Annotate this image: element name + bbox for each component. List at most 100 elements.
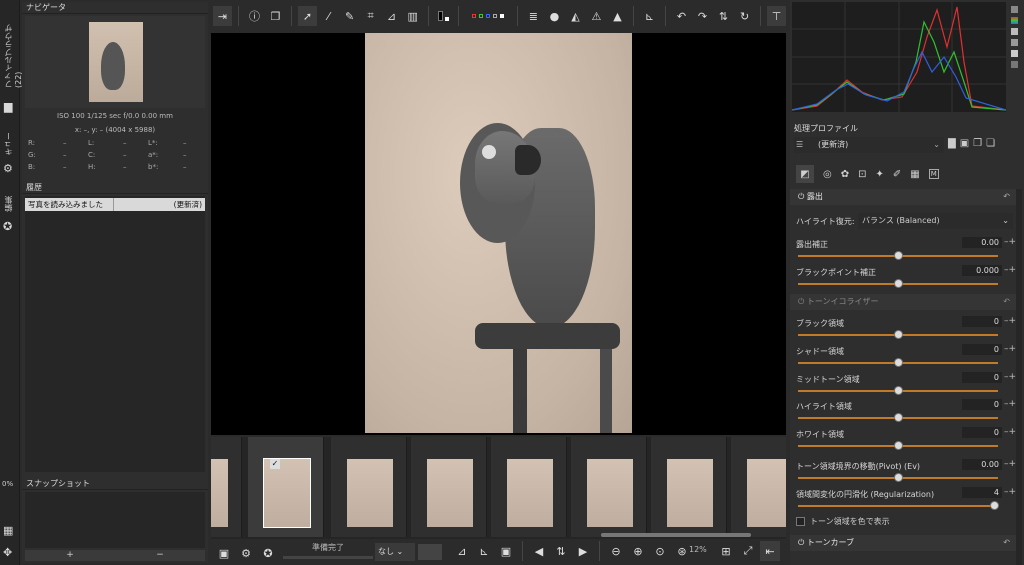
- before-after-icon[interactable]: ❐: [266, 6, 285, 26]
- zoom-out-icon[interactable]: ⊖: [606, 541, 626, 561]
- slider-knob[interactable]: [990, 501, 999, 510]
- slider-knob[interactable]: [894, 279, 903, 288]
- warning-filled-icon[interactable]: ▲: [608, 6, 627, 26]
- clip-shadow-icon[interactable]: ◭: [566, 6, 585, 26]
- rotate-right-icon[interactable]: ↷: [693, 6, 712, 26]
- luminance-icon[interactable]: [1010, 28, 1018, 35]
- power-icon[interactable]: ⏻: [798, 297, 804, 306]
- zoom-fit-icon[interactable]: ⊙: [650, 541, 670, 561]
- stepper-icon[interactable]: –+: [1004, 265, 1016, 275]
- slider-value[interactable]: 0.00: [962, 237, 1002, 248]
- settings-icon[interactable]: ✥: [3, 546, 12, 559]
- slider-value[interactable]: 0: [962, 427, 1002, 438]
- slider-knob[interactable]: [894, 358, 903, 367]
- filmstrip-thumb[interactable]: [571, 437, 647, 537]
- stepper-icon[interactable]: –+: [1004, 344, 1016, 354]
- stepper-icon[interactable]: –+: [1004, 237, 1016, 247]
- copy-icon[interactable]: ❐: [973, 138, 982, 149]
- flip-icon[interactable]: ⇅: [714, 6, 733, 26]
- tab-color[interactable]: ✿: [841, 169, 849, 180]
- tab-transform[interactable]: ✦: [876, 169, 884, 180]
- scale-icon[interactable]: [1010, 6, 1018, 13]
- image-viewer[interactable]: [211, 33, 786, 435]
- filmstrip-scrollbar[interactable]: [601, 533, 751, 537]
- stepper-icon[interactable]: –+: [1004, 399, 1016, 409]
- filmstrip-thumb[interactable]: [651, 437, 727, 537]
- slider-value[interactable]: 0: [962, 372, 1002, 383]
- next-version-icon[interactable]: ⊾: [474, 541, 494, 561]
- tab-file-browser[interactable]: ファイルブラウザ (22): [3, 8, 23, 88]
- open-folder-icon[interactable]: ▇: [948, 138, 956, 149]
- aperture-icon[interactable]: ✪: [3, 220, 12, 233]
- crop-icon[interactable]: ⌗: [361, 6, 380, 26]
- profile-select[interactable]: ☰ (更新済) ⌄: [794, 137, 944, 153]
- check-icon[interactable]: ✓: [270, 459, 280, 469]
- gear-icon[interactable]: ⚙: [3, 162, 13, 175]
- stepper-icon[interactable]: –+: [1004, 372, 1016, 382]
- folder-icon[interactable]: ▆: [4, 100, 12, 113]
- channel-icons[interactable]: [465, 6, 511, 26]
- editor-icon[interactable]: ✪: [258, 543, 278, 563]
- reset-icon[interactable]: ↶: [1003, 294, 1010, 310]
- stepper-icon[interactable]: –+: [1004, 487, 1016, 497]
- perspective-icon[interactable]: ▥: [403, 6, 422, 26]
- prev-image-icon[interactable]: ◀: [529, 541, 549, 561]
- stepper-icon[interactable]: –+: [1004, 459, 1016, 469]
- tone-equalizer-header[interactable]: ⏻ トーンイコライザー ↶: [790, 294, 1016, 310]
- filmstrip-thumb[interactable]: [411, 437, 487, 537]
- slider-knob[interactable]: [894, 330, 903, 339]
- stepper-icon[interactable]: –+: [1004, 316, 1016, 326]
- next-image-icon[interactable]: ▶: [573, 541, 593, 561]
- remove-snapshot-button[interactable]: −: [115, 550, 205, 561]
- bg-color-icon[interactable]: [435, 6, 452, 26]
- tab-advanced[interactable]: ⊡: [858, 169, 866, 180]
- slider-knob[interactable]: [894, 473, 903, 482]
- highlight-recovery-select[interactable]: バランス (Balanced) ⌄: [858, 213, 1013, 229]
- new-window-icon[interactable]: ⊞: [716, 541, 736, 561]
- slider-value[interactable]: 0: [962, 316, 1002, 327]
- tone-curve-header[interactable]: ⏻ トーンカーブ ↶: [790, 535, 1016, 551]
- prev-version-icon[interactable]: ⊿: [452, 541, 472, 561]
- tab-locallab[interactable]: ▦: [910, 169, 919, 180]
- slider-track[interactable]: [798, 505, 998, 507]
- slider-value[interactable]: 4: [962, 487, 1002, 498]
- bar-icon[interactable]: [1010, 61, 1018, 68]
- filmstrip-thumb[interactable]: [331, 437, 407, 537]
- exposure-icon[interactable]: ●: [545, 6, 564, 26]
- right-panel-scrollbar[interactable]: [1016, 189, 1022, 565]
- reset-icon[interactable]: ↶: [1003, 189, 1010, 205]
- raw-icon[interactable]: [1010, 50, 1018, 57]
- reset-icon[interactable]: ↶: [1003, 535, 1010, 551]
- slider-knob[interactable]: [894, 386, 903, 395]
- slider-value[interactable]: 0.000: [962, 265, 1002, 276]
- rotate-left-icon[interactable]: ↶: [672, 6, 691, 26]
- tab-raw[interactable]: ✐: [893, 169, 901, 180]
- tab-meta[interactable]: M: [928, 169, 939, 179]
- slider-knob[interactable]: [894, 251, 903, 260]
- tab-editor[interactable]: 編集: [3, 192, 14, 212]
- white-balance-icon[interactable]: ⁄: [319, 6, 338, 26]
- tab-details[interactable]: ◎: [823, 169, 832, 180]
- hand-tool-icon[interactable]: ➚: [298, 6, 318, 26]
- rank-select[interactable]: [418, 544, 442, 560]
- slider-value[interactable]: 0: [962, 399, 1002, 410]
- save-profile-icon[interactable]: ▣: [960, 138, 969, 149]
- pin-icon[interactable]: ⊤: [767, 6, 787, 26]
- filmstrip-icon[interactable]: ▣: [496, 541, 516, 561]
- filmstrip-thumb-selected[interactable]: ✓: [248, 437, 324, 537]
- info-icon[interactable]: ⓘ: [245, 6, 264, 26]
- save-icon[interactable]: ▣: [214, 543, 234, 563]
- paste-icon[interactable]: ❏: [986, 138, 995, 149]
- sync-icon[interactable]: ⇅: [551, 541, 571, 561]
- slider-value[interactable]: 0.00: [962, 459, 1002, 470]
- filmstrip-thumb[interactable]: [731, 437, 786, 537]
- tab-queue[interactable]: キュー: [3, 126, 14, 156]
- slider-value[interactable]: 0: [962, 344, 1002, 355]
- chroma-icon[interactable]: [1010, 39, 1018, 46]
- warning-outline-icon[interactable]: ⚠: [587, 6, 606, 26]
- fullscreen-icon[interactable]: ⤢: [738, 541, 758, 561]
- redo-icon[interactable]: ↻: [735, 6, 754, 26]
- filmstrip-thumb[interactable]: [491, 437, 567, 537]
- histogram-icon[interactable]: ⊾: [640, 6, 659, 26]
- color-label-select[interactable]: なし ⌄: [375, 543, 415, 561]
